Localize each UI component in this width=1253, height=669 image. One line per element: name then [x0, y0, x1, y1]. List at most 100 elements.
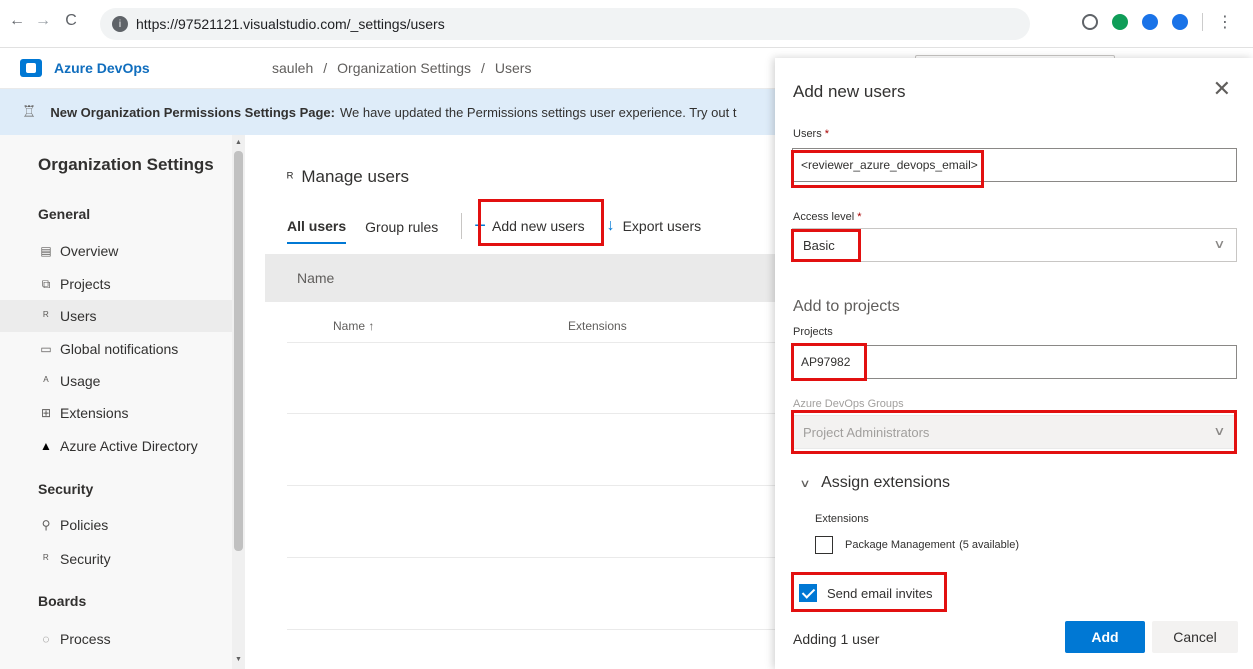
- extension-icon[interactable]: [1172, 14, 1188, 30]
- back-button[interactable]: ←: [6, 12, 28, 30]
- scroll-down-icon[interactable]: ▼: [235, 656, 242, 663]
- row-divider: [287, 557, 775, 558]
- sidebar-item-label: Policies: [60, 517, 109, 533]
- azure-devops-logo[interactable]: Azure DevOps: [20, 59, 150, 77]
- grid-header-label: Name: [297, 270, 335, 286]
- tab-group-rules[interactable]: Group rules: [365, 217, 438, 243]
- sidebar-item-policies[interactable]: ⚲ Policies: [38, 509, 230, 541]
- add-button[interactable]: Add: [1065, 621, 1145, 653]
- grid-filter-header: Name: [265, 254, 775, 302]
- column-header-name[interactable]: Name ↑: [333, 319, 374, 333]
- groups-select[interactable]: Project Administrators ∨: [792, 415, 1237, 449]
- extension-icon[interactable]: [1142, 14, 1158, 30]
- cancel-button[interactable]: Cancel: [1152, 621, 1238, 653]
- sidebar-item-users[interactable]: ᴿ Users: [0, 300, 232, 332]
- sidebar-item-azure-active-directory[interactable]: ▲ Azure Active Directory: [38, 430, 230, 462]
- sidebar-item-extensions[interactable]: ⊞ Extensions: [38, 397, 230, 429]
- users-label: Users *: [793, 128, 829, 140]
- sidebar-item-label: Global notifications: [60, 341, 179, 357]
- sidebar-item-usage[interactable]: ᴬ Usage: [38, 365, 230, 397]
- sidebar-item-overview[interactable]: ▤ Overview: [38, 235, 230, 267]
- projects-input-value: AP97982: [801, 355, 851, 369]
- assign-extensions-label: Assign extensions: [821, 474, 951, 491]
- settings-sidebar: Organization Settings General ▤ Overview…: [0, 135, 245, 669]
- sidebar-item-label: Extensions: [60, 405, 129, 421]
- sidebar-title: Organization Settings: [38, 155, 214, 174]
- banner-text: We have updated the Permissions settings…: [339, 104, 737, 120]
- url-text: https://97521121.visualstudio.com/_setti…: [136, 16, 445, 32]
- extensions-icon: ⊞: [40, 406, 52, 420]
- page-title: ᴿ Manage users: [287, 167, 409, 187]
- plus-icon: +: [474, 215, 486, 237]
- groups-value: Project Administrators: [803, 424, 930, 440]
- row-divider: [287, 342, 775, 343]
- access-level-select[interactable]: Basic ∨: [792, 228, 1237, 262]
- breadcrumb-settings[interactable]: Organization Settings: [337, 60, 471, 76]
- tab-bar: All users Group rules + Add new users ↓ …: [287, 213, 723, 247]
- required-mark: *: [824, 128, 830, 140]
- more-icon[interactable]: ⋮: [1217, 12, 1233, 32]
- announcement-icon: ♖: [22, 104, 37, 121]
- sidebar-item-security[interactable]: ᴿ Security: [38, 543, 230, 575]
- sidebar-section-general: General: [38, 206, 91, 222]
- access-level-label: Access level *: [793, 211, 861, 223]
- row-divider: [287, 413, 775, 414]
- add-new-users-label: Add new users: [491, 218, 585, 234]
- package-management-option[interactable]: Package Management (5 available): [815, 536, 1019, 554]
- package-available-count: (5 available): [959, 539, 1019, 551]
- sidebar-item-label: Process: [60, 631, 111, 647]
- banner-title: New Organization Permissions Settings Pa…: [50, 104, 335, 120]
- policies-icon: ⚲: [41, 518, 51, 532]
- forward-button[interactable]: →: [32, 12, 54, 30]
- sidebar-scrollbar[interactable]: ▲ ▼: [232, 135, 245, 669]
- extension-icon[interactable]: [1082, 14, 1098, 30]
- access-level-label-text: Access level: [793, 211, 855, 223]
- row-divider: [287, 485, 775, 486]
- add-new-users-button[interactable]: + Add new users: [474, 215, 585, 242]
- breadcrumb-sep: /: [323, 60, 328, 76]
- address-bar[interactable]: i https://97521121.visualstudio.com/_set…: [100, 8, 1030, 40]
- adding-users-status: Adding 1 user: [793, 631, 880, 647]
- sidebar-item-process[interactable]: ◌ Process: [38, 623, 230, 655]
- brand-name: Azure DevOps: [54, 60, 150, 76]
- send-email-invites-option[interactable]: Send email invites: [799, 584, 933, 602]
- sidebar-item-label: Users: [60, 308, 97, 324]
- breadcrumb-users[interactable]: Users: [495, 60, 532, 76]
- site-info-icon[interactable]: i: [112, 16, 128, 32]
- tab-all-users[interactable]: All users: [287, 216, 347, 244]
- scrollbar-thumb[interactable]: [234, 151, 243, 551]
- sidebar-item-global-notifications[interactable]: ▭ Global notifications: [38, 333, 230, 365]
- assign-extensions-expander[interactable]: ∨ Assign extensions: [799, 474, 951, 492]
- extension-icon[interactable]: [1112, 14, 1128, 30]
- users-input-value: <reviewer_azure_devops_email>: [801, 158, 978, 172]
- scroll-up-icon[interactable]: ▲: [235, 139, 242, 146]
- security-icon: ᴿ: [43, 552, 49, 566]
- breadcrumb-org[interactable]: sauleh: [272, 60, 313, 76]
- page-title-text: Manage users: [301, 167, 410, 186]
- users-label-text: Users: [793, 128, 822, 140]
- package-management-checkbox[interactable]: [815, 536, 833, 554]
- projects-label: Projects: [793, 326, 833, 338]
- projects-input[interactable]: AP97982: [792, 345, 1237, 379]
- breadcrumb-sep: /: [481, 60, 485, 76]
- column-header-extensions[interactable]: Extensions: [568, 319, 627, 333]
- reload-button[interactable]: C: [60, 12, 82, 30]
- sidebar-item-projects[interactable]: ⧉ Projects: [38, 268, 230, 300]
- azure-devops-icon: [20, 59, 42, 77]
- usage-icon: ᴬ: [43, 374, 49, 388]
- groups-label: Azure DevOps Groups: [793, 398, 904, 410]
- add-to-projects-heading: Add to projects: [793, 298, 900, 315]
- add-users-panel: Add new users ✕ Users * <reviewer_azure_…: [775, 58, 1253, 669]
- export-users-button[interactable]: ↓ Export users: [607, 217, 702, 243]
- panel-title: Add new users: [793, 82, 906, 101]
- package-management-label: Package Management: [845, 539, 956, 551]
- projects-icon: ⧉: [41, 276, 51, 291]
- send-email-invites-checkbox[interactable]: [799, 584, 817, 602]
- toolbar-divider: [1202, 13, 1203, 31]
- users-input[interactable]: <reviewer_azure_devops_email>: [792, 148, 1237, 182]
- main-content: ᴿ Manage users All users Group rules + A…: [245, 135, 775, 669]
- export-users-label: Export users: [622, 218, 702, 234]
- close-icon[interactable]: ✕: [1213, 78, 1231, 100]
- process-icon: ◌: [42, 632, 50, 646]
- access-level-value: Basic: [803, 237, 835, 253]
